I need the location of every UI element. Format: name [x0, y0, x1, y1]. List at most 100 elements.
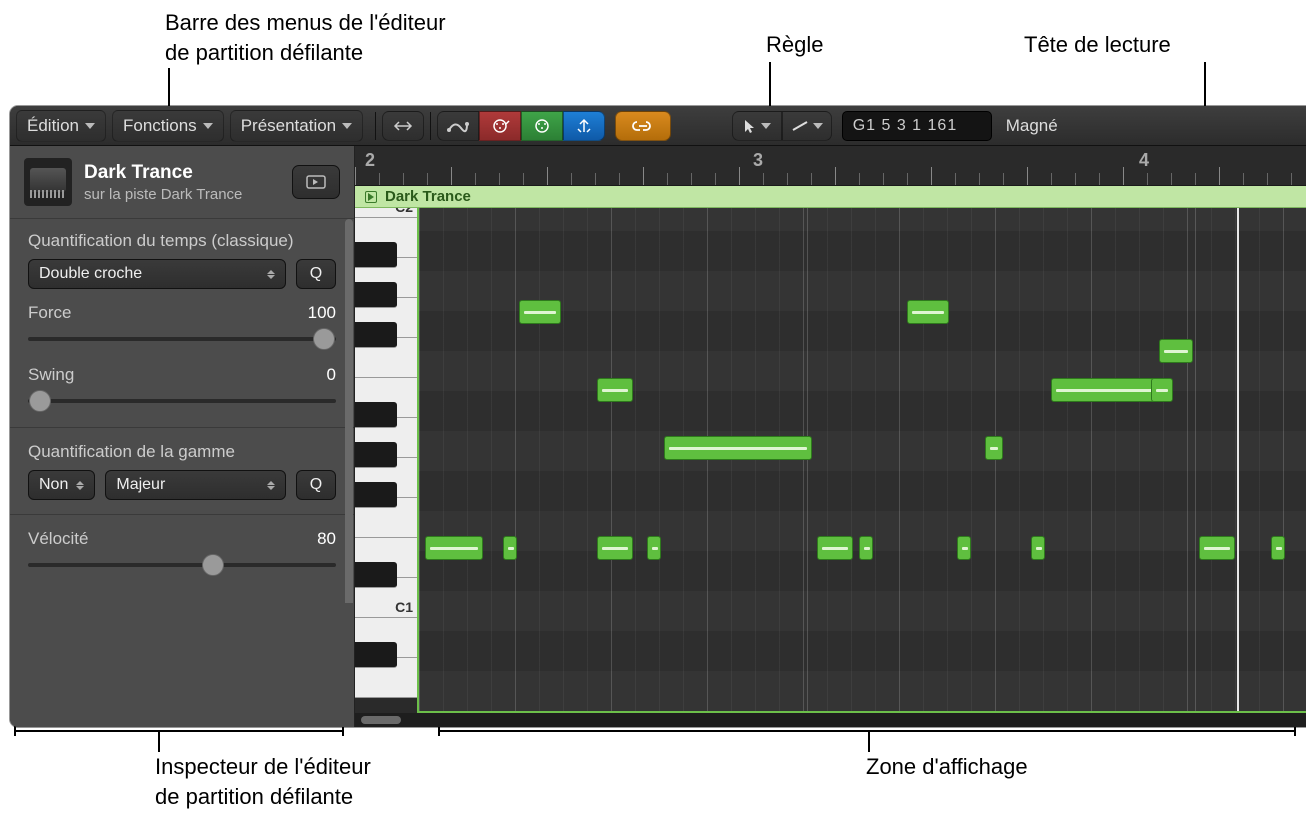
- collapse-button[interactable]: [382, 111, 424, 141]
- piano-keyboard[interactable]: C2 C1: [355, 208, 417, 713]
- scale-quantize-mode-select[interactable]: Majeur: [105, 470, 286, 500]
- scale-quantize-button[interactable]: Q: [296, 470, 336, 500]
- swing-value: 0: [327, 365, 336, 385]
- note-velocity-bar: [1276, 547, 1282, 550]
- key-label-c2: C2: [395, 208, 413, 215]
- inspector-exit-button[interactable]: [292, 165, 340, 199]
- slider-track: [28, 563, 336, 567]
- midi-note[interactable]: [597, 378, 633, 402]
- piano-roll-editor: Édition Fonctions Présentation: [10, 106, 1306, 727]
- horizontal-scrollbar[interactable]: [355, 713, 1306, 727]
- ruler[interactable]: 2 3 4: [355, 146, 1306, 186]
- pointer-tool-button[interactable]: [732, 111, 782, 141]
- midi-note[interactable]: [957, 536, 971, 560]
- region-name: Dark Trance: [385, 188, 471, 205]
- playhead[interactable]: [1237, 208, 1239, 711]
- scale-quantize-onoff-select[interactable]: Non: [28, 470, 95, 500]
- midi-note[interactable]: [817, 536, 853, 560]
- midi-note[interactable]: [907, 300, 949, 324]
- midi-note[interactable]: [597, 536, 633, 560]
- scrollbar-thumb[interactable]: [345, 219, 353, 603]
- note-velocity-bar: [602, 547, 628, 550]
- track-instrument-icon: [24, 158, 72, 206]
- key-label-c1: C1: [395, 599, 413, 615]
- catch-button[interactable]: [563, 111, 605, 141]
- stepper-icon: [267, 270, 275, 279]
- scrollbar-thumb[interactable]: [361, 716, 401, 724]
- snap-label: Magné: [1006, 116, 1058, 136]
- scale-quantize-mode: Majeur: [116, 476, 165, 494]
- time-quantize-select[interactable]: Double croche: [28, 259, 286, 289]
- region-title: Dark Trance: [84, 162, 242, 184]
- menu-functions[interactable]: Fonctions: [112, 110, 224, 142]
- inspector-scrollbar[interactable]: [345, 219, 353, 603]
- chevron-down-icon: [203, 123, 213, 129]
- midi-note[interactable]: [1031, 536, 1045, 560]
- note-velocity-bar: [1036, 547, 1042, 550]
- midi-note[interactable]: [1271, 536, 1285, 560]
- midi-note[interactable]: [503, 536, 517, 560]
- force-value: 100: [308, 303, 336, 323]
- note-velocity-bar: [1164, 350, 1188, 353]
- midi-draw-button[interactable]: [437, 111, 479, 141]
- callout-inspector: Inspecteur de l'éditeur de partition déf…: [155, 752, 371, 811]
- chevron-down-icon: [761, 123, 771, 129]
- midi-in-icon: [490, 118, 510, 134]
- pencil-tool-button[interactable]: [782, 111, 832, 141]
- divider: [10, 514, 354, 515]
- note-velocity-bar: [912, 311, 944, 314]
- divider: [375, 112, 376, 140]
- midi-note[interactable]: [985, 436, 1003, 460]
- note-grid[interactable]: [417, 208, 1306, 713]
- midi-note[interactable]: [1199, 536, 1235, 560]
- note-velocity-bar: [508, 547, 514, 550]
- menu-presentation[interactable]: Présentation: [230, 110, 363, 142]
- region-header[interactable]: Dark Trance: [355, 186, 1306, 208]
- swing-slider[interactable]: [28, 389, 336, 413]
- midi-note[interactable]: [1051, 378, 1161, 402]
- force-slider[interactable]: [28, 327, 336, 351]
- curve-icon: [447, 118, 469, 134]
- callout-playhead: Tête de lecture: [1024, 30, 1171, 60]
- midi-mode-group: [437, 111, 605, 141]
- midi-in-button[interactable]: [479, 111, 521, 141]
- editor-menubar: Édition Fonctions Présentation: [10, 106, 1306, 146]
- midi-note[interactable]: [859, 536, 873, 560]
- link-button[interactable]: [615, 111, 671, 141]
- info-display: G1 5 3 1 161: [842, 111, 992, 141]
- note-velocity-bar: [990, 447, 998, 450]
- midi-note[interactable]: [664, 436, 812, 460]
- slider-thumb[interactable]: [313, 328, 335, 350]
- midi-out-button[interactable]: [521, 111, 563, 141]
- exit-icon: [305, 174, 327, 190]
- midi-note[interactable]: [647, 536, 661, 560]
- inspector-header: Dark Trance sur la piste Dark Trance: [10, 146, 354, 219]
- menu-edit[interactable]: Édition: [16, 110, 106, 142]
- velocity-slider[interactable]: [28, 553, 336, 577]
- inspector-panel: Dark Trance sur la piste Dark Trance Qua…: [10, 146, 355, 727]
- midi-note[interactable]: [519, 300, 561, 324]
- note-velocity-bar: [962, 547, 968, 550]
- time-quantize-value: Double croche: [39, 265, 142, 283]
- slider-thumb[interactable]: [29, 390, 51, 412]
- velocity-value: 80: [317, 529, 336, 549]
- force-param: Force 100: [28, 303, 336, 323]
- quantize-button[interactable]: Q: [296, 259, 336, 289]
- note-velocity-bar: [864, 547, 870, 550]
- menu-functions-label: Fonctions: [123, 116, 197, 136]
- chevron-down-icon: [85, 123, 95, 129]
- chevron-down-icon: [342, 123, 352, 129]
- stepper-icon: [267, 481, 275, 490]
- midi-note[interactable]: [425, 536, 483, 560]
- midi-note[interactable]: [1159, 339, 1193, 363]
- midi-note[interactable]: [1151, 378, 1173, 402]
- tool-selector-group: [732, 111, 832, 141]
- stepper-icon: [76, 481, 84, 490]
- callout-ruler: Règle: [766, 30, 823, 60]
- midi-out-icon: [532, 118, 552, 134]
- note-velocity-bar: [652, 547, 658, 550]
- pointer-icon: [743, 118, 757, 134]
- catch-icon: [574, 118, 594, 134]
- header-text: Dark Trance sur la piste Dark Trance: [84, 162, 242, 203]
- slider-thumb[interactable]: [202, 554, 224, 576]
